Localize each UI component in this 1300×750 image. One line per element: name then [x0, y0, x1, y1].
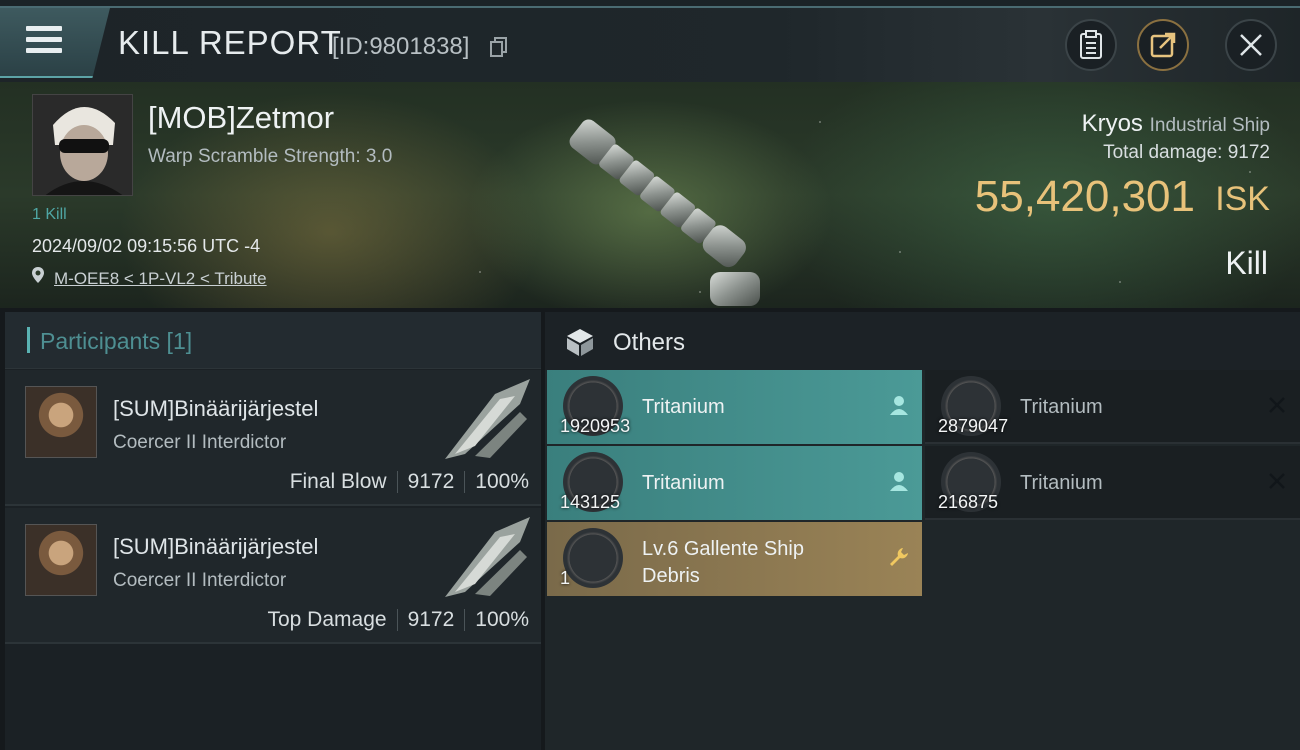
- total-damage-value: 9172: [1227, 142, 1270, 163]
- total-damage-label: Total damage:: [1103, 142, 1223, 163]
- loot-item[interactable]: Tritanium 2879047: [925, 370, 1300, 444]
- loot-item[interactable]: Tritanium 143125: [547, 446, 922, 520]
- others-header: Others: [545, 312, 1300, 370]
- participant-damage: 9172: [407, 608, 455, 631]
- copy-icon[interactable]: [490, 37, 508, 57]
- participants-header[interactable]: Participants [1]: [5, 312, 541, 369]
- participant-ship-image: [445, 517, 530, 597]
- kill-location-link[interactable]: M-OEE8 < 1P-VL2 < Tribute: [54, 269, 267, 289]
- person-icon: [890, 472, 908, 491]
- ship-debris-icon: [563, 528, 623, 588]
- isk-label: ISK: [1215, 180, 1270, 218]
- cube-icon: [567, 329, 593, 356]
- loot-item[interactable]: Lv.6 Gallente Ship Debris 1: [547, 522, 922, 596]
- share-icon: [1150, 32, 1176, 58]
- report-id: [ID:9801838]: [332, 33, 470, 60]
- participant-ship: Coercer II Interdictor: [113, 570, 287, 591]
- participant-percent: 100%: [475, 470, 529, 493]
- hamburger-menu-icon: [26, 26, 62, 56]
- victim-pilot-name[interactable]: [MOB]Zetmor: [148, 100, 334, 136]
- share-button[interactable]: [1137, 19, 1189, 71]
- item-quantity: 143125: [560, 492, 621, 512]
- warp-scramble-strength: Warp Scramble Strength: 3.0: [148, 146, 393, 167]
- participant-damage: 9172: [407, 470, 455, 493]
- result-label: Kill: [1225, 245, 1268, 281]
- menu-button[interactable]: [0, 8, 110, 78]
- page-title: KILL REPORT: [118, 24, 342, 61]
- pilot-avatar: [33, 95, 132, 195]
- participant-role: Final Blow: [289, 470, 387, 493]
- participant-name: [SUM]Binäärijärjestel: [113, 396, 319, 421]
- item-name: Tritanium: [1020, 396, 1103, 418]
- participant-role: Top Damage: [267, 608, 387, 631]
- victim-portrait[interactable]: [32, 94, 133, 196]
- item-quantity: 2879047: [938, 416, 1009, 436]
- location-pin-icon: [32, 267, 44, 283]
- destroyed-x-icon: [1269, 473, 1285, 489]
- participant-avatar: [25, 386, 97, 458]
- item-name: Lv.6 Gallente Ship Debris: [642, 538, 804, 587]
- participant-ship: Coercer II Interdictor: [113, 432, 287, 453]
- item-name: Tritanium: [642, 472, 725, 494]
- ship-class: Industrial Ship: [1149, 115, 1270, 136]
- item-quantity: 1: [560, 568, 571, 588]
- participant-name: [SUM]Binäärijärjestel: [113, 534, 319, 559]
- clipboard-icon: [1080, 30, 1102, 59]
- isk-value: 55,420,301: [974, 172, 1195, 221]
- participant-stats: Final Blow 9172 100%: [290, 470, 529, 494]
- ship-name: Kryos: [1081, 110, 1143, 137]
- item-quantity: 1920953: [560, 416, 631, 436]
- item-name: Tritanium: [1020, 472, 1103, 494]
- participant-row[interactable]: [SUM]Binäärijärjestel Coercer II Interdi…: [5, 508, 541, 644]
- victim-ship[interactable]: Kryos Industrial Ship: [1082, 110, 1270, 138]
- participants-panel: Participants [1] [SUM]Binäärijärjestel C…: [5, 312, 541, 750]
- destroyed-x-icon: [1269, 397, 1285, 413]
- item-name: Tritanium: [642, 396, 725, 418]
- wrench-icon: [890, 548, 908, 566]
- clipboard-button[interactable]: [1065, 19, 1117, 71]
- loot-item[interactable]: Tritanium 1920953: [547, 370, 922, 444]
- total-damage: Total damage: 9172: [1103, 142, 1270, 164]
- item-quantity: 216875: [938, 492, 999, 512]
- participant-row[interactable]: [SUM]Binäärijärjestel Coercer II Interdi…: [5, 370, 541, 506]
- top-accent-line: [0, 0, 1300, 8]
- loot-item[interactable]: Tritanium 216875: [925, 446, 1300, 520]
- others-title: Others: [613, 329, 686, 356]
- close-icon: [1240, 34, 1262, 56]
- participant-percent: 100%: [475, 608, 529, 631]
- person-icon: [890, 396, 908, 415]
- participant-stats: Top Damage 9172 100%: [267, 608, 529, 632]
- victim-ship-image: [569, 119, 760, 306]
- close-button[interactable]: [1225, 19, 1277, 71]
- victim-banner: [MOB]Zetmor Warp Scramble Strength: 3.0 …: [0, 82, 1300, 308]
- participant-ship-image: [445, 379, 530, 459]
- kill-datetime: 2024/09/02 09:15:56 UTC -4: [32, 236, 261, 256]
- participant-avatar: [25, 524, 97, 596]
- kill-count: 1 Kill: [32, 206, 67, 223]
- participants-title: Participants [1]: [40, 328, 193, 354]
- others-panel: Others Tritanium 1920953 Tritanium 28790…: [545, 312, 1300, 750]
